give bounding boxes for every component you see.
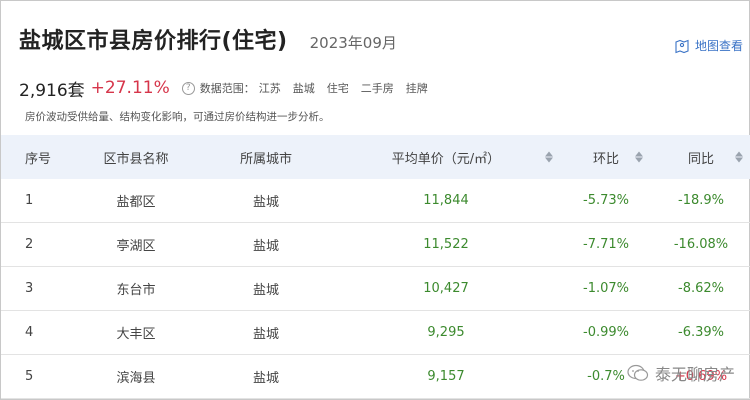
row-district: 东台市 [116, 283, 156, 298]
row-yoy: -6.39% [678, 325, 724, 340]
help-icon[interactable]: ? [181, 81, 195, 95]
page-date: 2023年09月 [309, 34, 397, 52]
row-city: 盐城 [252, 283, 279, 298]
stats-row: 2,916套 +27.11% ? 数据范围： 江苏 盐城 住宅 二手房 挂牌 [19, 77, 428, 101]
sort-icon[interactable] [545, 151, 553, 163]
range-tag-market: 二手房 [360, 82, 394, 95]
row-mom: -7.71% [583, 237, 629, 252]
row-price: 10,427 [423, 281, 469, 296]
wechat-logo-icon [627, 364, 649, 381]
header-price[interactable]: 平均单价（元/㎡） [331, 135, 561, 179]
row-price: 9,295 [427, 325, 465, 340]
range-tag-city: 盐城 [292, 82, 315, 95]
row-district: 亭湖区 [116, 239, 156, 254]
map-view-label: 地图查看 [694, 39, 743, 53]
table-header: 序号 区市县名称 所属城市 平均单价（元/㎡） 环比 同比 [1, 135, 750, 179]
page-frame: 盐城区市县房价排行(住宅) 2023年09月 地图查看 2,916套 +27.1… [0, 0, 750, 400]
header-no: 序号 [25, 151, 52, 167]
row-no: 4 [25, 325, 34, 340]
row-price: 11,522 [423, 237, 469, 252]
row-city: 盐城 [252, 327, 279, 342]
header-price-label: 平均单价（元/㎡） [391, 151, 501, 167]
table-row[interactable]: 4 大丰区 盐城 9,295 -0.99% -6.39% [1, 311, 750, 355]
header-mom[interactable]: 环比 [561, 135, 651, 179]
page-title: 盐城区市县房价排行(住宅) [19, 29, 288, 54]
row-price: 9,157 [427, 369, 465, 384]
header-district: 区市县名称 [103, 151, 169, 167]
row-price: 11,844 [423, 193, 469, 208]
range-tag-province: 江苏 [258, 82, 281, 95]
row-district: 大丰区 [116, 327, 156, 342]
header-city: 所属城市 [239, 151, 292, 167]
row-mom: -5.73% [583, 193, 629, 208]
row-city: 盐城 [252, 371, 279, 386]
row-no: 1 [25, 193, 34, 208]
title-row: 盐城区市县房价排行(住宅) 2023年09月 [19, 23, 397, 63]
sort-icon[interactable] [635, 151, 643, 163]
row-mom: -0.99% [583, 325, 629, 340]
analysis-note: 房价波动受供给量、结构变化影响，可通过房价结构进一步分析。 [25, 111, 330, 123]
row-mom: -1.07% [583, 281, 629, 296]
data-range-label: 数据范围： [199, 82, 255, 95]
row-yoy: -8.62% [678, 281, 724, 296]
listing-total: 2,916套 [19, 80, 85, 101]
ranking-table: 序号 区市县名称 所属城市 平均单价（元/㎡） 环比 同比 1 盐都区 盐城 1… [1, 135, 750, 399]
row-district: 滨海县 [116, 371, 156, 386]
table-row[interactable]: 1 盐都区 盐城 11,844 -5.73% -18.9% [1, 179, 750, 223]
map-view-link[interactable]: 地图查看 [674, 37, 743, 54]
table-row[interactable]: 2 亭湖区 盐城 11,522 -7.71% -16.08% [1, 223, 750, 267]
table-row[interactable]: 3 东台市 盐城 10,427 -1.07% -8.62% [1, 267, 750, 311]
row-city: 盐城 [252, 195, 279, 210]
sort-icon[interactable] [735, 151, 743, 163]
header-yoy-label: 同比 [687, 151, 714, 167]
range-tag-type: 住宅 [326, 82, 349, 95]
watermark: 泰无聊房产 [627, 361, 735, 385]
watermark-text: 泰无聊房产 [654, 365, 735, 384]
row-yoy: -16.08% [673, 237, 729, 252]
row-yoy: -18.9% [678, 193, 724, 208]
row-district: 盐都区 [116, 195, 156, 210]
row-no: 2 [25, 237, 34, 252]
row-no: 5 [25, 369, 34, 384]
map-pin-icon [675, 39, 689, 53]
range-tag-source: 挂牌 [405, 82, 428, 95]
header-mom-label: 环比 [592, 151, 619, 167]
header-yoy[interactable]: 同比 [651, 135, 750, 179]
listing-change: +27.11% [90, 78, 170, 98]
row-city: 盐城 [252, 239, 279, 254]
row-no: 3 [25, 281, 34, 296]
